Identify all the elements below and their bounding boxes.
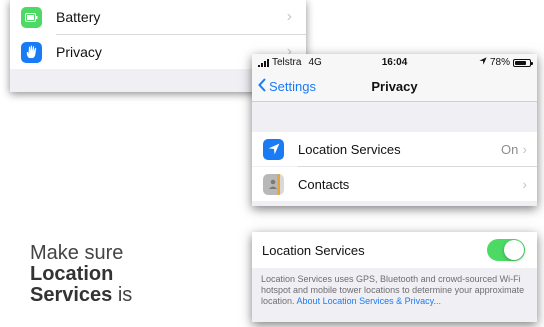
chevron-right-icon: › <box>522 176 527 192</box>
about-location-privacy-link[interactable]: About Location Services & Privacy... <box>297 296 441 306</box>
location-services-toggle[interactable] <box>487 239 525 261</box>
privacy-row-contacts[interactable]: Contacts › <box>252 167 537 201</box>
location-services-description: Location Services uses GPS, Bluetooth an… <box>261 274 525 307</box>
battery-icon <box>513 58 533 67</box>
battery-percent: 78% <box>489 57 510 68</box>
battery-label: Battery <box>56 9 101 25</box>
status-bar: Telstra 4G 16:04 78% <box>252 54 537 72</box>
contacts-label: Contacts <box>298 176 350 192</box>
instruction-part1: Make sure <box>30 242 124 264</box>
privacy-row-location-services[interactable]: Location Services On › <box>252 132 537 166</box>
chevron-right-icon: › <box>286 8 292 25</box>
location-arrow-icon <box>263 138 284 160</box>
location-services-toggle-label: Location Services <box>262 242 365 258</box>
page-title: Privacy <box>371 79 418 94</box>
instruction-emphasis: Location Services <box>30 263 114 306</box>
instruction-text: Make sure Location Services is <box>30 243 160 306</box>
location-services-toggle-row: Location Services <box>252 232 537 268</box>
location-services-label: Location Services <box>298 141 401 157</box>
settings-row-battery[interactable]: Battery › <box>10 0 306 34</box>
instruction-part3: is <box>117 284 133 306</box>
privacy-screen-panel: Telstra 4G 16:04 78% Settings Privacy Lo… <box>252 54 537 206</box>
toggle-knob <box>504 240 524 260</box>
hand-icon <box>21 41 42 63</box>
contacts-icon <box>263 173 284 195</box>
location-arrow-icon <box>479 57 487 68</box>
location-services-value: On <box>500 141 519 157</box>
chevron-right-icon: › <box>522 141 527 157</box>
navigation-bar: Settings Privacy <box>252 72 537 102</box>
location-services-panel: Location Services Location Services uses… <box>252 232 537 322</box>
battery-icon <box>21 6 42 28</box>
